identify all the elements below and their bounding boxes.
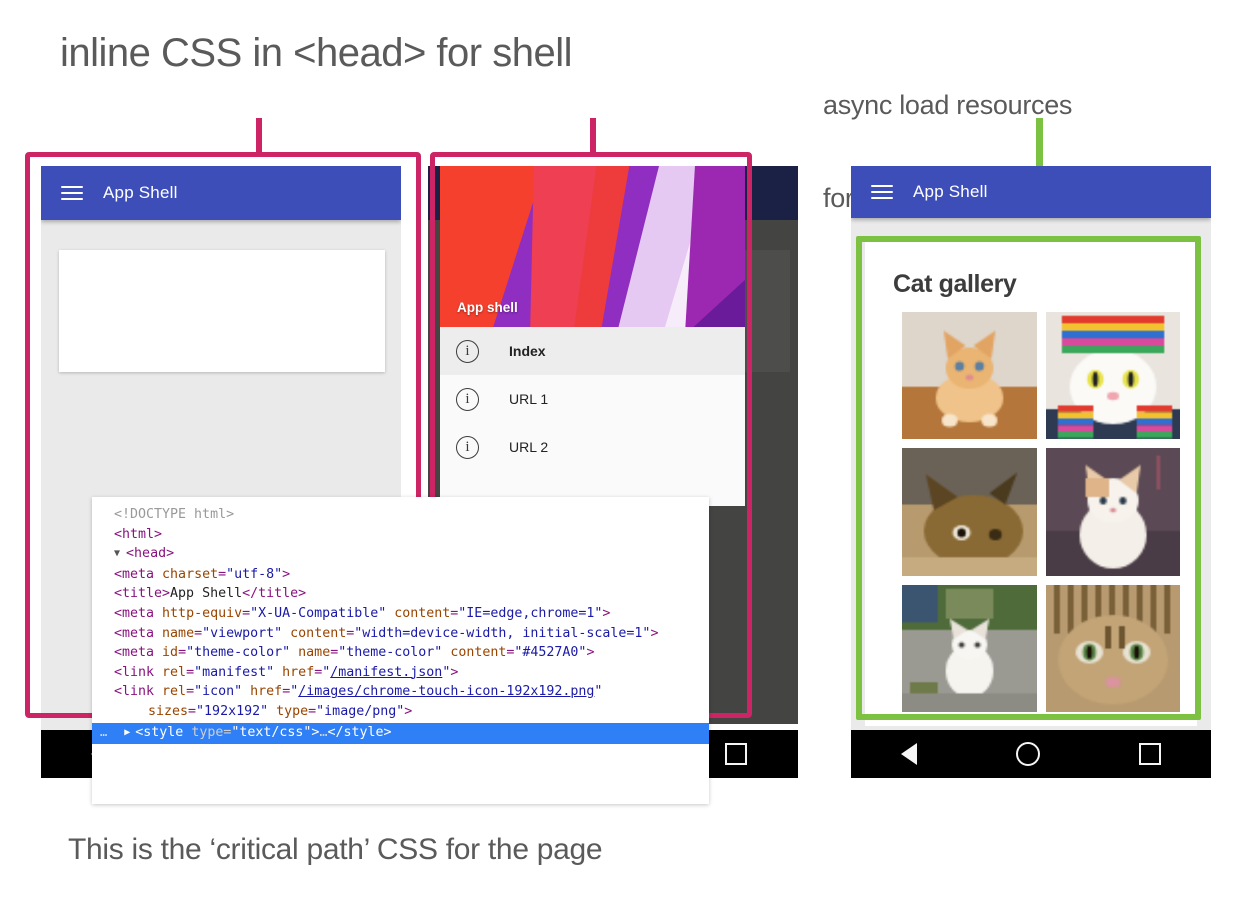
- code-token-tag: =: [186, 684, 194, 699]
- annotation-box-right: [856, 236, 1201, 720]
- code-line[interactable]: <title>App Shell</title>: [92, 584, 709, 604]
- code-token-val: "viewport": [202, 626, 282, 641]
- code-token-tag-close: </style>: [327, 725, 391, 740]
- code-token-tag: >: [404, 704, 412, 719]
- appbar-right: App Shell: [851, 166, 1211, 218]
- code-token-val: "theme-color": [186, 645, 290, 660]
- code-token-link: /images/chrome-touch-icon-192x192.png: [298, 684, 594, 699]
- circle-home-icon[interactable]: [1016, 742, 1040, 766]
- code-token-attr: type: [191, 725, 223, 740]
- code-token-link: /manifest.json: [330, 665, 442, 680]
- code-token-doctype: <!DOCTYPE html>: [114, 507, 234, 522]
- annotation-caption-bottom: This is the ‘critical path’ CSS for the …: [68, 833, 602, 868]
- code-token-val: "image/png": [316, 704, 404, 719]
- code-token-value: "text/css": [231, 725, 311, 740]
- code-token-val: "manifest": [194, 665, 274, 680]
- devtools-code-panel: <!DOCTYPE html><html>▼ <head><meta chars…: [92, 497, 709, 804]
- code-token-tag: =: [242, 606, 250, 621]
- code-token-tag: <meta: [114, 606, 162, 621]
- code-token-val: "icon": [194, 684, 242, 699]
- code-lines: <!DOCTYPE html><html>▼ <head><meta chars…: [92, 497, 709, 722]
- code-token-val: "utf-8": [226, 567, 282, 582]
- code-token-tag: [282, 626, 290, 641]
- code-token-val: "192x192": [196, 704, 268, 719]
- code-token-attr: content: [450, 645, 506, 660]
- code-token-tag: >: [602, 606, 610, 621]
- code-token-tag: [602, 684, 610, 699]
- code-token-tag: =: [218, 567, 226, 582]
- code-line[interactable]: <link rel="manifest" href="/manifest.jso…: [92, 663, 709, 683]
- navbar-right: [851, 730, 1211, 778]
- code-selected-line[interactable]: … ▶ <style type="text/css">…</style>: [92, 723, 709, 744]
- code-token-tag: =: [188, 704, 196, 719]
- code-token-tag: <html>: [114, 527, 162, 542]
- code-token-attr: content: [394, 606, 450, 621]
- code-token-tag: [290, 645, 298, 660]
- annotation-title-right-line1: async load resources: [823, 90, 1120, 121]
- code-token-attr: href: [250, 684, 282, 699]
- code-line[interactable]: <link rel="icon" href="/images/chrome-to…: [92, 682, 709, 721]
- code-token-val: "theme-color": [338, 645, 442, 660]
- code-token-val: "IE=edge,chrome=1": [458, 606, 602, 621]
- code-line[interactable]: <meta charset="utf-8">: [92, 565, 709, 585]
- code-token-attr: rel: [162, 684, 186, 699]
- code-token-tag: >: [650, 626, 658, 641]
- code-token-tag: =: [194, 626, 202, 641]
- triangle-back-icon[interactable]: [901, 743, 917, 765]
- code-token-val: "X-UA-Compatible": [250, 606, 386, 621]
- code-token-attr: rel: [162, 665, 186, 680]
- connector-stem-left: [256, 118, 262, 154]
- code-token-tag: [274, 665, 282, 680]
- code-token-attr: content: [290, 626, 346, 641]
- code-token-tag: >: [586, 645, 594, 660]
- code-token-val: "width=device-width, initial-scale=1": [354, 626, 650, 641]
- hamburger-icon[interactable]: [871, 185, 893, 199]
- code-token-tag: <meta: [114, 645, 162, 660]
- code-token-tag: </title>: [242, 586, 306, 601]
- code-token-tag: <head>: [126, 546, 174, 561]
- code-token-attr: charset: [162, 567, 218, 582]
- annotation-title-left: inline CSS in <head> for shell: [60, 30, 572, 76]
- code-token-tag: =: [282, 684, 290, 699]
- code-token-tag: <link: [114, 665, 162, 680]
- code-token-val: "#4527A0": [514, 645, 586, 660]
- code-token-tag: <style: [135, 725, 191, 740]
- code-token-tag: =: [178, 645, 186, 660]
- code-token-attr: name: [298, 645, 330, 660]
- code-token-attr: name: [162, 626, 194, 641]
- code-token-tag: >: [282, 567, 290, 582]
- code-line[interactable]: <html>: [92, 525, 709, 545]
- code-token-tag: =: [186, 665, 194, 680]
- appbar-title: App Shell: [913, 182, 988, 202]
- connector-stem-mid: [590, 118, 596, 154]
- code-token-tag: >: [450, 665, 458, 680]
- code-token-attr: http-equiv: [162, 606, 242, 621]
- code-token-attr: id: [162, 645, 178, 660]
- code-line[interactable]: <meta name="viewport" content="width=dev…: [92, 624, 709, 644]
- code-token-tag: [242, 684, 250, 699]
- chevron-right-icon[interactable]: ▶: [124, 723, 130, 743]
- code-token-tag: <meta: [114, 626, 162, 641]
- square-recents-icon[interactable]: [1139, 743, 1161, 765]
- code-line[interactable]: ▼ <head>: [92, 544, 709, 565]
- code-token-tag: [268, 704, 276, 719]
- code-token-attr: type: [276, 704, 308, 719]
- code-token-tag: <link: [114, 684, 162, 699]
- code-line[interactable]: <!DOCTYPE html>: [92, 505, 709, 525]
- chevron-down-icon[interactable]: ▼: [114, 544, 126, 564]
- code-token-attr: href: [282, 665, 314, 680]
- square-recents-icon[interactable]: [725, 743, 747, 765]
- code-token-tag: <title>: [114, 586, 170, 601]
- code-token-text: App Shell: [170, 586, 242, 601]
- code-line[interactable]: <meta id="theme-color" name="theme-color…: [92, 643, 709, 663]
- code-line[interactable]: <meta http-equiv="X-UA-Compatible" conte…: [92, 604, 709, 624]
- code-token-attr: sizes: [148, 704, 188, 719]
- more-dots-icon[interactable]: …: [100, 723, 108, 743]
- code-token-tag: =: [308, 704, 316, 719]
- code-token-tag: <meta: [114, 567, 162, 582]
- code-selected-text: <style type="text/css">…</style>: [135, 723, 391, 743]
